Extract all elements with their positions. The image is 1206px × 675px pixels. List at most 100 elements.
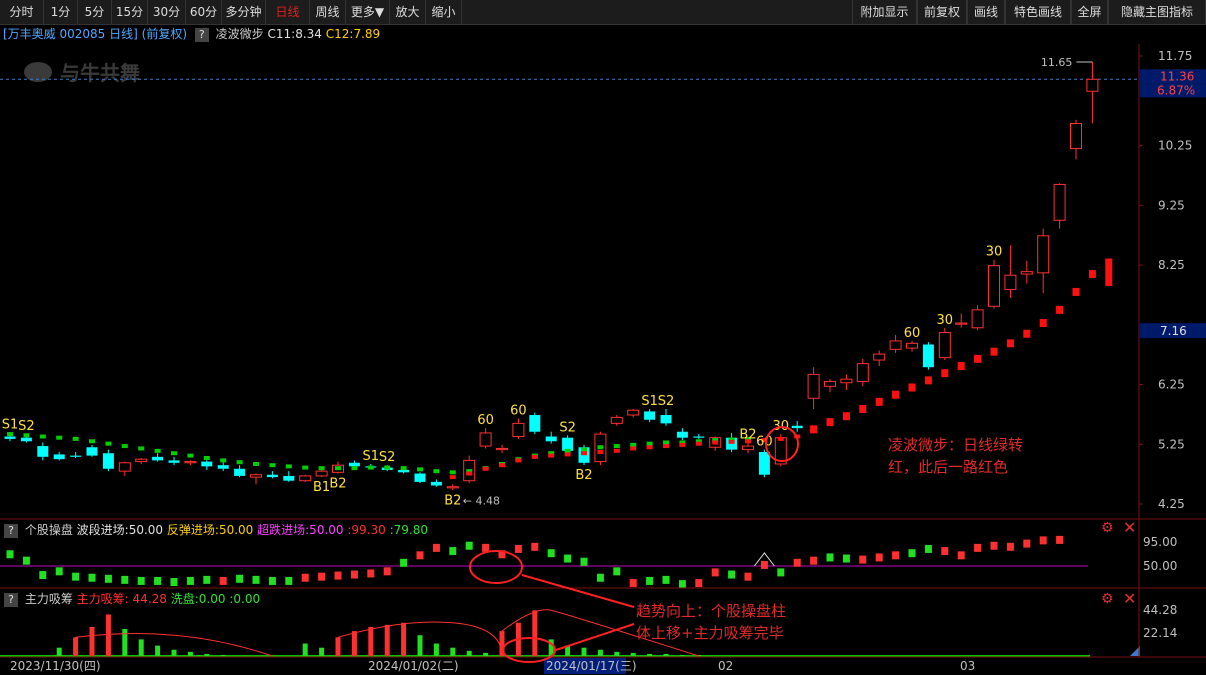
- panel2-bar: [777, 568, 785, 577]
- signal-label: S1: [363, 449, 380, 464]
- absorb-bar: [384, 624, 390, 656]
- annotation-line: 趋势向上：个股操盘柱: [636, 602, 787, 620]
- wash-bar: [155, 645, 161, 656]
- close-icon[interactable]: ✕: [1123, 589, 1136, 608]
- highlight-ellipse: [502, 637, 556, 663]
- lwwb-red-dash: [924, 376, 932, 385]
- panel3-wash: 洗盘:0.00: [170, 592, 226, 606]
- lwwb-red-dash: [826, 418, 834, 427]
- candle-body: [906, 342, 918, 349]
- panel2-bar: [432, 543, 440, 552]
- lwwb-red-dash: [1039, 319, 1047, 328]
- lwwb-red-dash: [908, 383, 916, 392]
- lwwb-red-dash: [449, 475, 456, 480]
- lwwb-red-dash: [1088, 270, 1096, 279]
- panel2-bar: [482, 543, 490, 552]
- candle-body: [4, 436, 16, 439]
- signal-label: 30: [986, 245, 1003, 260]
- close-icon[interactable]: ✕: [1123, 518, 1136, 537]
- wash-bar: [417, 635, 423, 656]
- panel3-absorb-val: 44.28: [132, 592, 167, 606]
- wash-bar: [581, 647, 587, 656]
- lwwb-red-dash: [482, 466, 489, 471]
- y-tick-label: 4.25: [1158, 497, 1185, 511]
- candle-body: [217, 465, 229, 469]
- candle-body: [922, 344, 934, 368]
- lwwb-red-dash: [957, 362, 965, 371]
- panel2-name[interactable]: 个股操盘: [25, 523, 73, 537]
- wash-bar: [647, 653, 653, 656]
- lwwb-green-dash: [564, 448, 571, 453]
- lwwb-red-dash: [646, 445, 653, 450]
- lwwb-green-dash: [220, 458, 227, 463]
- candle-body: [529, 414, 541, 432]
- panel2-bar: [104, 574, 112, 583]
- candle-body: [201, 461, 213, 467]
- candle-body: [955, 322, 968, 325]
- absorb-bar: [351, 631, 357, 656]
- wash-bar: [171, 649, 177, 656]
- signal-label: 60: [756, 435, 773, 450]
- candle-body: [234, 468, 246, 476]
- lwwb-red-dash: [1056, 305, 1064, 314]
- lwwb-red-dash: [941, 369, 949, 378]
- signal-label: 60: [510, 404, 527, 419]
- lwwb-green-dash: [417, 467, 423, 472]
- help-icon[interactable]: ?: [4, 523, 18, 538]
- absorb-bar: [532, 610, 538, 656]
- panel2-bar: [39, 571, 47, 580]
- watermark-text: 与牛共舞: [60, 61, 140, 85]
- candle-body: [758, 452, 770, 475]
- marker-label: 7.16: [1160, 324, 1187, 338]
- panel2-bar: [531, 542, 539, 551]
- panel2-bar: [449, 547, 457, 556]
- lwwb-green-dash: [121, 444, 128, 449]
- panel2-bar: [301, 573, 309, 582]
- wash-bar: [56, 647, 62, 656]
- lwwb-red-dash: [728, 439, 735, 444]
- lwwb-red-dash: [810, 425, 818, 434]
- panel3-name[interactable]: 主力吸筹: [25, 592, 73, 606]
- date-label: 2024/01/17(三): [546, 659, 637, 673]
- lwwb-red-dash: [679, 442, 686, 447]
- change-label: 6.87%: [1157, 83, 1195, 97]
- panel2-bar: [1023, 539, 1031, 548]
- annotation-line: 体上移+主力吸筹完毕: [636, 624, 784, 642]
- panel2-wave: 波段进场:50.00: [76, 523, 164, 537]
- panel2-bar: [203, 575, 211, 584]
- candle-body: [971, 309, 984, 329]
- wash-bar: [204, 653, 210, 656]
- panel2-bar: [400, 558, 408, 567]
- panel2-bar: [810, 556, 818, 565]
- candle-body: [807, 373, 820, 399]
- lwwb-red-dash: [515, 458, 522, 463]
- panel2-bar: [908, 549, 916, 558]
- candle-body: [1070, 122, 1082, 150]
- y-tick-label: 22.14: [1143, 626, 1177, 640]
- y-tick-label: 9.25: [1158, 198, 1185, 212]
- candle-body: [250, 474, 262, 478]
- help-icon[interactable]: ?: [4, 592, 18, 607]
- gear-icon[interactable]: ⚙: [1101, 591, 1114, 607]
- absorb-bar: [368, 626, 374, 656]
- lwwb-green-dash: [663, 440, 669, 445]
- lwwb-green-dash: [253, 461, 259, 466]
- candle-body: [266, 474, 278, 478]
- gear-icon[interactable]: ⚙: [1101, 520, 1114, 536]
- candle-body: [742, 445, 754, 451]
- lwwb-green-dash: [154, 448, 161, 453]
- lwwb-green-dash: [351, 466, 358, 471]
- kline-chart[interactable]: 与牛共舞S1 S2B1 B2S1 S2B26060S2B2S1 S2B2 60306030…: [0, 0, 1206, 675]
- panel2-bar: [842, 554, 850, 563]
- annotation-line: 红，此后一路红色: [888, 458, 1009, 476]
- candle-body: [840, 378, 853, 384]
- panel2-bar: [334, 571, 342, 580]
- candle-body: [1020, 271, 1033, 275]
- lwwb-green-dash: [187, 453, 194, 458]
- lwwb-green-dash: [400, 466, 407, 471]
- candle-body: [889, 340, 902, 350]
- panel2-bar: [236, 574, 244, 583]
- lwwb-red-dash: [974, 354, 982, 363]
- panel2-header: ? 个股操盘 波段进场:50.00 反弹进场:50.00 超跌进场:50.00 …: [0, 521, 428, 539]
- panel2-bar: [711, 568, 719, 577]
